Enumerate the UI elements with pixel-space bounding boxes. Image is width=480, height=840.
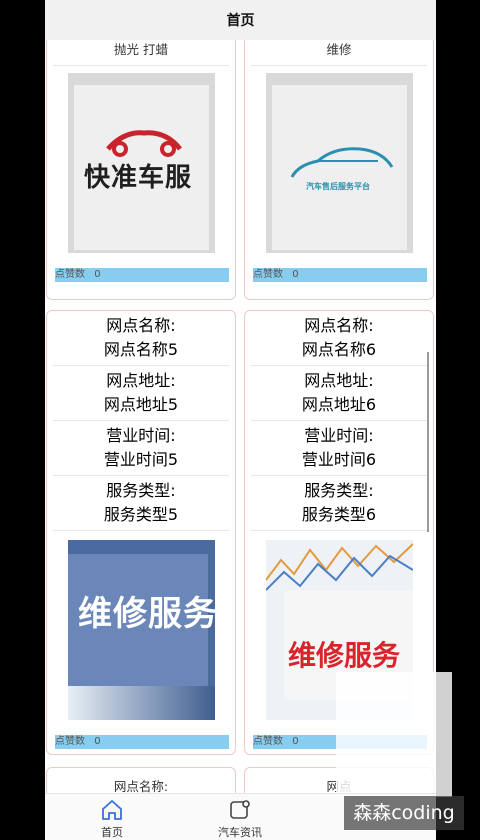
car-outline-icon xyxy=(290,147,394,178)
news-icon xyxy=(230,800,250,819)
field-value: 营业时间6 xyxy=(301,450,377,469)
service-card[interactable]: 维修 汽车售后服务平台 点赞数 0 xyxy=(244,40,434,300)
likes-label: 点赞数 xyxy=(253,736,283,747)
field-value: 网点地址6 xyxy=(301,395,377,414)
service-card[interactable]: 网点名称: xyxy=(46,767,236,793)
likes-label: 点赞数 xyxy=(253,269,283,280)
home-icon xyxy=(102,800,122,820)
likes-count: 0 xyxy=(292,736,299,747)
watermark: 森森coding xyxy=(344,796,464,830)
field-label: 服务类型: xyxy=(106,481,176,500)
tab-label: 首页 xyxy=(101,826,123,839)
overlay-fade xyxy=(336,672,452,797)
field-value: 网点名称5 xyxy=(103,340,179,359)
field-value: 营业时间5 xyxy=(103,450,179,469)
navigation-bar: 首页 xyxy=(45,0,436,40)
service-card[interactable]: 网点名称: 网点名称5 网点地址: 网点地址5 营业时间: 营业时间5 服务类型… xyxy=(46,310,236,755)
tab-home[interactable]: 首页 xyxy=(72,794,152,840)
field-value: 网点名称6 xyxy=(301,340,377,359)
likes-bar: 点赞数 0 xyxy=(55,735,229,749)
field-value: 服务类型5 xyxy=(103,505,179,524)
field-address: 网点地址: 网点地址5 xyxy=(53,366,229,421)
likes-count: 0 xyxy=(94,269,101,280)
field-value: 网点地址5 xyxy=(103,395,179,414)
car-logo-icon xyxy=(106,130,182,157)
tab-label: 汽车资讯 xyxy=(218,826,262,839)
scrollbar[interactable] xyxy=(427,352,429,532)
logo-text: 汽车售后服务平台 xyxy=(306,182,370,191)
field-hours: 营业时间: 营业时间5 xyxy=(53,421,229,476)
field-value: 服务类型6 xyxy=(301,505,377,524)
service-card[interactable]: 抛光 打蜡 快准车服 点赞数 0 xyxy=(46,40,236,300)
field-label: 网点名称: xyxy=(113,779,169,793)
likes-count: 0 xyxy=(94,736,101,747)
card-image: 维修服务 xyxy=(68,540,215,720)
card-title: 抛光 打蜡 xyxy=(53,40,229,66)
likes-label: 点赞数 xyxy=(55,269,85,280)
likes-count: 0 xyxy=(292,269,299,280)
field-address: 网点地址: 网点地址6 xyxy=(251,366,427,421)
field-label: 营业时间: xyxy=(304,426,374,445)
likes-bar: 点赞数 0 xyxy=(253,268,427,282)
field-label: 网点名称: xyxy=(106,316,176,335)
card-image: 快准车服 xyxy=(68,73,215,253)
field-hours: 营业时间: 营业时间6 xyxy=(251,421,427,476)
field-name: 网点名称: 网点名称6 xyxy=(251,311,427,366)
field-label: 营业时间: xyxy=(106,426,176,445)
field-label: 网点地址: xyxy=(106,371,176,390)
likes-bar: 点赞数 0 xyxy=(55,268,229,282)
field-label: 服务类型: xyxy=(304,481,374,500)
field-name: 网点名称: 网点名称5 xyxy=(53,311,229,366)
image-text: 维修服务 xyxy=(78,594,215,634)
image-text: 维修服务 xyxy=(288,639,401,672)
card-image: 汽车售后服务平台 xyxy=(266,73,413,253)
likes-label: 点赞数 xyxy=(55,736,85,747)
field-label: 网点名称: xyxy=(304,316,374,335)
field-service-type: 服务类型: 服务类型6 xyxy=(251,476,427,531)
card-title: 维修 xyxy=(251,40,427,66)
logo-text: 快准车服 xyxy=(84,163,193,193)
field-service-type: 服务类型: 服务类型5 xyxy=(53,476,229,531)
page-title: 首页 xyxy=(226,13,255,29)
field-label: 网点地址: xyxy=(304,371,374,390)
tab-car-news[interactable]: 汽车资讯 xyxy=(200,794,280,840)
